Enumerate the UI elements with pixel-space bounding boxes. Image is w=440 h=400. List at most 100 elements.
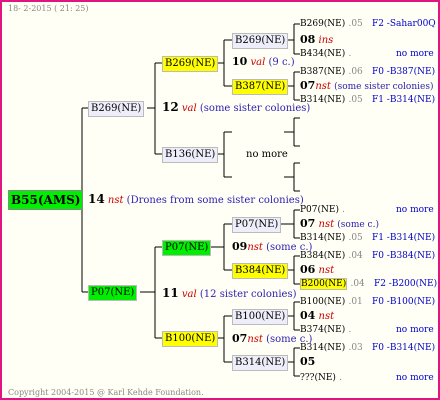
- gen3-c2-info: 06 nst: [300, 263, 334, 278]
- gen2-d-symbol: nst: [247, 334, 263, 345]
- gen4-row: B384(NE) .04 F0 -B384(NE): [300, 249, 435, 263]
- gen2-c-year: 09: [232, 240, 248, 253]
- gen2-d-year: 07: [232, 332, 248, 345]
- gen3-c1-info: 07 nst (some c.): [300, 217, 379, 232]
- gen4-id[interactable]: B384(NE): [300, 251, 345, 261]
- gen4-note: F0 -B384(NE): [371, 251, 436, 261]
- gen4-num: .04: [350, 279, 365, 289]
- gen4-note: F2 -B200(NE): [373, 279, 438, 289]
- gen4-id[interactable]: B314(NE): [300, 95, 345, 105]
- gen4-num: .: [348, 49, 352, 59]
- gen3-c1-note: (some c.): [337, 220, 379, 230]
- gen4-row: B314(NE) .03 F0 -B314(NE): [300, 341, 435, 355]
- gen4-row: B314(NE) .05 F1 -B314(NE): [300, 93, 435, 107]
- gen4-row: B200(NE) .04 F2 -B200(NE): [300, 277, 437, 291]
- gen4-id[interactable]: B314(NE): [300, 233, 345, 243]
- sire-mating-symbol: val: [181, 103, 197, 114]
- gen3-a1-symbol: ins: [318, 35, 334, 46]
- gen4-note: F1 -B314(NE): [371, 233, 436, 243]
- gen4-row: B434(NE) . no more: [300, 47, 434, 61]
- gen4-num: .05: [348, 95, 363, 105]
- gen4-num: .: [348, 325, 352, 335]
- gen3-d2-info: 05: [300, 355, 315, 370]
- gen4-row: B314(NE) .05 F1 -B314(NE): [300, 231, 435, 245]
- gen3-a1-year: 08: [300, 33, 316, 46]
- gen3-c2-symbol: nst: [318, 265, 335, 276]
- drones-mating-symbol: nst: [107, 195, 124, 206]
- sire-note: (some sister colonies): [199, 103, 311, 114]
- gen3-a2-year: 07: [300, 79, 316, 92]
- gen3-d1-info: 04 nst: [300, 309, 334, 324]
- timestamp: 18- 2-2015 ( 21: 25): [8, 4, 89, 13]
- gen4-num: .05: [348, 19, 363, 29]
- gen4-id[interactable]: B374(NE): [300, 325, 345, 335]
- gen4-id[interactable]: B387(NE): [300, 67, 345, 77]
- gen3-a2-note: (some sister colonies): [334, 82, 434, 92]
- gen4-row: ???(NE) . no more: [300, 371, 434, 385]
- pedigree-frame: 18- 2-2015 ( 21: 25) B55(AMS) B269(NE) 1…: [0, 0, 440, 400]
- gen4-row: B100(NE) .01 F0 -B100(NE): [300, 295, 435, 309]
- gen4-note: no more: [396, 205, 434, 215]
- gen3-queen-d2[interactable]: B314(NE): [232, 355, 289, 371]
- gen3-a2-symbol: nst: [315, 81, 331, 92]
- sire-info: 12 val (some sister colonies): [162, 100, 310, 116]
- gen4-note: F0 -B387(NE): [371, 67, 436, 77]
- dam-queen[interactable]: P07(NE): [88, 285, 138, 301]
- gen3-queen-d1[interactable]: B100(NE): [232, 309, 289, 325]
- gen4-num: .: [339, 373, 343, 383]
- dam-year: 11: [162, 286, 179, 300]
- gen3-a2-info: 07nst (some sister colonies): [300, 79, 433, 94]
- gen2-a-note: (9 c.): [268, 57, 295, 68]
- gen4-num: .05: [348, 233, 363, 243]
- gen4-note: F0 -B100(NE): [371, 297, 436, 307]
- gen4-note: no more: [396, 325, 434, 335]
- root-queen[interactable]: B55(AMS): [8, 190, 84, 210]
- gen2-c-symbol: nst: [247, 242, 263, 253]
- gen4-id[interactable]: B269(NE): [300, 19, 345, 29]
- gen3-d1-year: 04: [300, 309, 316, 322]
- gen4-num: .04: [348, 251, 363, 261]
- gen2-b-note: no more: [246, 149, 288, 160]
- gen3-queen-a1[interactable]: B269(NE): [232, 33, 289, 49]
- gen4-note: no more: [396, 49, 434, 59]
- gen4-id[interactable]: ???(NE): [300, 373, 336, 383]
- gen2-queen-c[interactable]: P07(NE): [162, 240, 212, 256]
- gen4-id[interactable]: P07(NE): [300, 205, 339, 215]
- dam-note: (12 sister colonies): [199, 289, 297, 300]
- gen2-a-symbol: val: [250, 57, 266, 68]
- gen4-note: F2 -Sahar00Q: [371, 19, 436, 29]
- gen4-num: .06: [348, 67, 363, 77]
- gen2-a-info: 10 val (9 c.): [232, 55, 295, 70]
- dam-mating-symbol: val: [181, 289, 197, 300]
- gen3-c1-year: 07: [300, 217, 316, 230]
- gen4-id[interactable]: B200(NE): [300, 278, 348, 290]
- gen3-a1-info: 08 ins: [300, 33, 333, 48]
- gen4-note: F1 -B314(NE): [371, 95, 436, 105]
- drones-year: 14: [88, 192, 105, 206]
- gen4-num: .01: [348, 297, 363, 307]
- gen3-c1-symbol: nst: [318, 219, 335, 230]
- sire-queen[interactable]: B269(NE): [88, 101, 145, 117]
- drones-info: 14 nst (Drones from some sister colonies…: [88, 192, 304, 208]
- gen4-row: B387(NE) .06 F0 -B387(NE): [300, 65, 435, 79]
- gen4-id[interactable]: B314(NE): [300, 343, 345, 353]
- gen3-d2-year: 05: [300, 355, 316, 368]
- gen4-id[interactable]: B434(NE): [300, 49, 345, 59]
- gen4-note: F0 -B314(NE): [371, 343, 436, 353]
- gen2-a-year: 10: [232, 55, 248, 68]
- gen3-d1-symbol: nst: [318, 311, 335, 322]
- gen3-queen-c2[interactable]: B384(NE): [232, 263, 289, 279]
- gen3-queen-a2[interactable]: B387(NE): [232, 79, 289, 95]
- gen2-queen-b[interactable]: B136(NE): [162, 147, 219, 163]
- gen4-row: P07(NE) . no more: [300, 203, 434, 217]
- gen4-note: no more: [396, 373, 434, 383]
- gen4-row: B374(NE) . no more: [300, 323, 434, 337]
- gen2-queen-d[interactable]: B100(NE): [162, 331, 219, 347]
- gen3-queen-c1[interactable]: P07(NE): [232, 217, 282, 233]
- sire-year: 12: [162, 100, 179, 114]
- gen3-c2-year: 06: [300, 263, 316, 276]
- gen4-num: .03: [348, 343, 363, 353]
- gen4-row: B269(NE) .05 F2 -Sahar00Q: [300, 17, 436, 31]
- gen4-id[interactable]: B100(NE): [300, 297, 345, 307]
- gen2-queen-a[interactable]: B269(NE): [162, 56, 219, 72]
